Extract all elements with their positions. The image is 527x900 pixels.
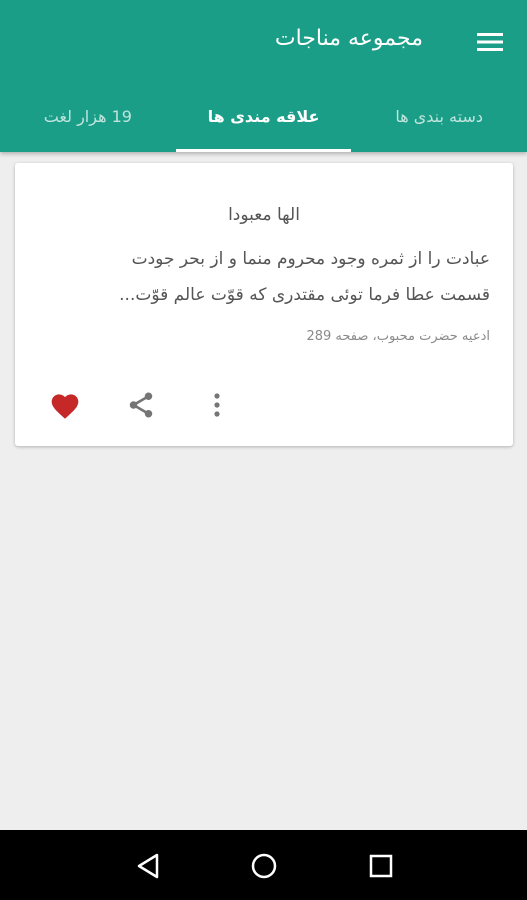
tab-categories[interactable]: دسته بندی ها xyxy=(351,80,527,152)
back-triangle-icon[interactable] xyxy=(128,846,168,886)
toolbar: مجموعه مناجات xyxy=(0,0,527,80)
prayer-excerpt-line: عبادت را از ثمره وجود محروم منما و از بح… xyxy=(131,249,490,269)
home-circle-icon[interactable] xyxy=(244,846,284,886)
tab-dictionary[interactable]: 19 هزار لغت xyxy=(0,80,176,152)
system-nav-bar xyxy=(0,830,527,900)
tab-bar: دسته بندی ها علاقه مندی ها 19 هزار لغت xyxy=(0,80,527,152)
hamburger-menu-icon[interactable] xyxy=(475,28,505,56)
card-actions xyxy=(15,383,255,427)
more-vertical-icon[interactable] xyxy=(195,383,239,427)
prayer-title: الها معبودا xyxy=(228,205,300,225)
app-bar: مجموعه مناجات دسته بندی ها علاقه مندی ها… xyxy=(0,0,527,152)
app-title: مجموعه مناجات xyxy=(274,26,423,51)
tab-favorites[interactable]: علاقه مندی ها xyxy=(175,80,352,152)
heart-icon[interactable] xyxy=(43,383,87,427)
recents-square-icon[interactable] xyxy=(361,846,401,886)
share-icon[interactable] xyxy=(119,383,163,427)
prayer-card[interactable]: الها معبودا عبادت را از ثمره وجود محروم … xyxy=(15,163,513,446)
prayer-excerpt: عبادت را از ثمره وجود محروم منما و از بح… xyxy=(38,241,490,313)
prayer-source: ادعیه حضرت محبوب، صفحه 289 xyxy=(306,329,490,344)
prayer-excerpt-line: قسمت عطا فرما توئی مقتدری که قوّت عالم ق… xyxy=(119,285,490,305)
